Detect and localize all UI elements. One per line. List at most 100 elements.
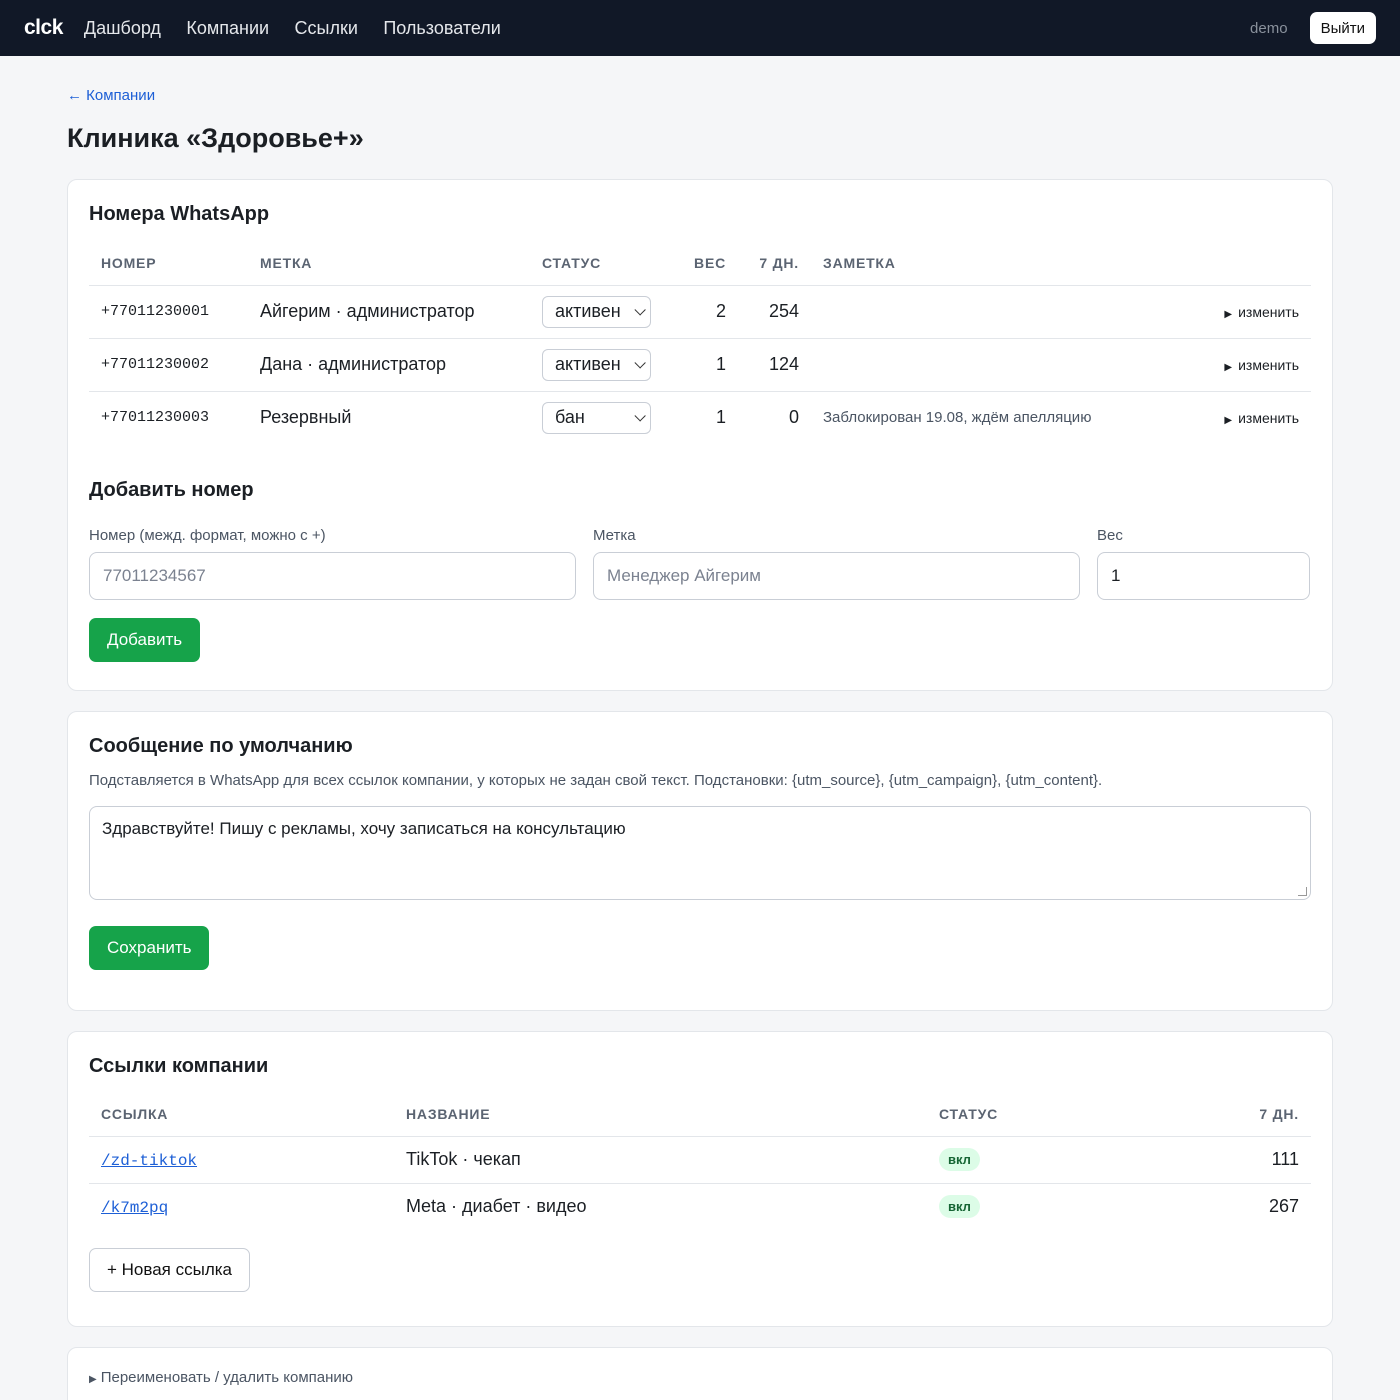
edit-label: изменить <box>1238 356 1299 373</box>
triangle-right-icon: ▶ <box>1224 308 1233 320</box>
company-links-title: Ссылки компании <box>89 1055 269 1077</box>
table-row: /zd-tiktok TikTok · чекап вкл 111 <box>89 1136 1311 1184</box>
triangle-right-icon: ▶ <box>1224 361 1233 373</box>
7days-value: 124 <box>738 338 811 392</box>
status-select-value: активен <box>555 301 621 321</box>
default-message-textarea[interactable]: Здравствуйте! Пишу с рекламы, хочу запис… <box>89 806 1311 900</box>
chevron-down-icon <box>634 356 646 369</box>
number-tag: Резервный <box>260 407 352 428</box>
tag-input[interactable]: Менеджер Айгерим <box>593 552 1080 600</box>
tag-input-placeholder: Менеджер Айгерим <box>607 566 761 585</box>
current-user: demo <box>1250 19 1288 37</box>
link-name: Meta · диабет · видео <box>406 1196 587 1217</box>
col-status: СТАТУС <box>530 241 680 286</box>
edit-label: изменить <box>1238 303 1299 320</box>
table-row: +77011230002 Дана · администратор активе… <box>89 338 1311 392</box>
back-to-companies-link[interactable]: ← Компании <box>67 86 1333 106</box>
link-slug-cell: /zd-tiktok <box>89 1136 394 1184</box>
weight-value: 2 <box>680 285 738 339</box>
chevron-down-icon <box>634 303 646 316</box>
links-table: ССЫЛКА НАЗВАНИЕ СТАТУС 7 ДН. /zd-tiktok … <box>89 1092 1311 1230</box>
status-select[interactable]: активен <box>542 348 651 381</box>
table-row: /k7m2pq Meta · диабет · видео вкл 267 <box>89 1183 1311 1230</box>
nav-users[interactable]: Пользователи <box>383 18 500 38</box>
nav-dashboard[interactable]: Дашборд <box>84 18 161 38</box>
default-message-title: Сообщение по умолчанию <box>89 735 353 757</box>
add-number-form: Номер (межд. формат, можно с +) 77011234… <box>89 526 1311 600</box>
weight-input[interactable]: 1 <box>1097 552 1310 600</box>
logout-button[interactable]: Выйти <box>1309 12 1376 44</box>
main-nav: Дашборд Компании Ссылки Пользователи <box>84 18 522 39</box>
status-cell: активен <box>530 338 680 392</box>
tag-field-label: Метка <box>593 527 636 544</box>
number-note <box>811 338 1201 392</box>
col-number: НОМЕР <box>89 241 248 286</box>
status-cell: активен <box>530 285 680 339</box>
numbers-table-header: НОМЕР МЕТКА СТАТУС ВЕС 7 ДН. ЗАМЕТКА <box>89 241 1311 286</box>
number-field-group: Номер (межд. формат, можно с +) 77011234… <box>89 526 576 600</box>
weight-value: 1 <box>680 338 738 392</box>
col-actions <box>1201 241 1311 286</box>
edit-toggle[interactable]: ▶ изменить <box>1201 285 1311 339</box>
manage-company-card: ▶ Переименовать / удалить компанию <box>67 1347 1333 1400</box>
7days-value: 254 <box>738 285 811 339</box>
save-message-button[interactable]: Сохранить <box>89 926 210 970</box>
weight-field-label: Вес <box>1097 527 1123 544</box>
number-tag: Дана · администратор <box>248 338 530 392</box>
whatsapp-numbers-card: Номера WhatsApp НОМЕР МЕТКА СТАТУС ВЕС 7… <box>67 179 1333 691</box>
chevron-down-icon <box>634 409 646 422</box>
tag-field-group: Метка Менеджер Айгерим <box>593 526 1080 600</box>
number-input-placeholder: 77011234567 <box>103 566 206 585</box>
numbers-table: НОМЕР МЕТКА СТАТУС ВЕС 7 ДН. ЗАМЕТКА +77… <box>89 241 1311 444</box>
col-link-7days: 7 ДН. <box>1211 1092 1311 1137</box>
company-links-card: Ссылки компании ССЫЛКА НАЗВАНИЕ СТАТУС 7… <box>67 1031 1333 1327</box>
link-slug[interactable]: /zd-tiktok <box>101 1152 197 1170</box>
add-number-button[interactable]: Добавить <box>89 618 201 662</box>
logo[interactable]: clck <box>24 16 63 40</box>
default-message-help: Подставляется в WhatsApp для всех ссылок… <box>89 772 1103 789</box>
table-row: +77011230003 Резервный бан 1 0 Заблокиро… <box>89 391 1311 444</box>
link-slug[interactable]: /k7m2pq <box>101 1199 168 1217</box>
link-status-cell: вкл <box>927 1136 1211 1184</box>
new-link-button[interactable]: + Новая ссылка <box>89 1248 251 1292</box>
link-status-cell: вкл <box>927 1183 1211 1230</box>
page-title: Клиника «Здоровье+» <box>67 123 364 153</box>
rename-delete-toggle[interactable]: ▶ Переименовать / удалить компанию <box>89 1369 1311 1386</box>
nav-links[interactable]: Ссылки <box>295 18 358 38</box>
link-7days: 111 <box>1211 1136 1311 1184</box>
edit-toggle[interactable]: ▶ изменить <box>1201 338 1311 392</box>
table-row: +77011230001 Айгерим · администратор акт… <box>89 285 1311 339</box>
col-7days: 7 ДН. <box>738 241 811 286</box>
edit-toggle[interactable]: ▶ изменить <box>1201 391 1311 444</box>
status-badge: вкл <box>939 1195 980 1219</box>
links-table-header: ССЫЛКА НАЗВАНИЕ СТАТУС 7 ДН. <box>89 1092 1311 1137</box>
col-note: ЗАМЕТКА <box>811 241 1201 286</box>
status-badge: вкл <box>939 1148 980 1171</box>
status-select[interactable]: активен <box>542 295 651 328</box>
number-note: Заблокирован 19.08, ждём апелляцию <box>823 409 1092 427</box>
status-select-value: активен <box>555 354 621 374</box>
edit-label: изменить <box>1238 409 1299 426</box>
link-slug-cell: /k7m2pq <box>89 1183 394 1230</box>
number-input[interactable]: 77011234567 <box>89 552 576 600</box>
status-cell: бан <box>530 391 680 444</box>
col-link-status: СТАТУС <box>927 1092 1211 1137</box>
page-content: ← Компании Клиника «Здоровье+» Номера Wh… <box>67 86 1333 1400</box>
default-message-card: Сообщение по умолчанию Подставляется в W… <box>67 711 1333 1011</box>
triangle-right-icon: ▶ <box>1224 414 1233 426</box>
number-tag: Айгерим · администратор <box>248 285 530 339</box>
top-nav-bar: clck Дашборд Компании Ссылки Пользовател… <box>0 0 1400 56</box>
phone-number: +77011230001 <box>89 285 248 339</box>
link-7days: 267 <box>1268 1196 1299 1217</box>
col-link: ССЫЛКА <box>89 1092 394 1137</box>
number-field-label: Номер (межд. формат, можно с +) <box>89 527 326 544</box>
number-note <box>811 285 1201 339</box>
status-select[interactable]: бан <box>542 401 651 434</box>
nav-companies[interactable]: Компании <box>186 18 269 38</box>
7days-value: 0 <box>788 407 799 428</box>
rename-delete-label: Переименовать / удалить компанию <box>100 1369 354 1386</box>
resize-handle-icon[interactable] <box>1298 887 1307 896</box>
default-message-text: Здравствуйте! Пишу с рекламы, хочу запис… <box>102 819 626 838</box>
col-weight: ВЕС <box>680 241 738 286</box>
phone-number: +77011230002 <box>89 338 248 392</box>
